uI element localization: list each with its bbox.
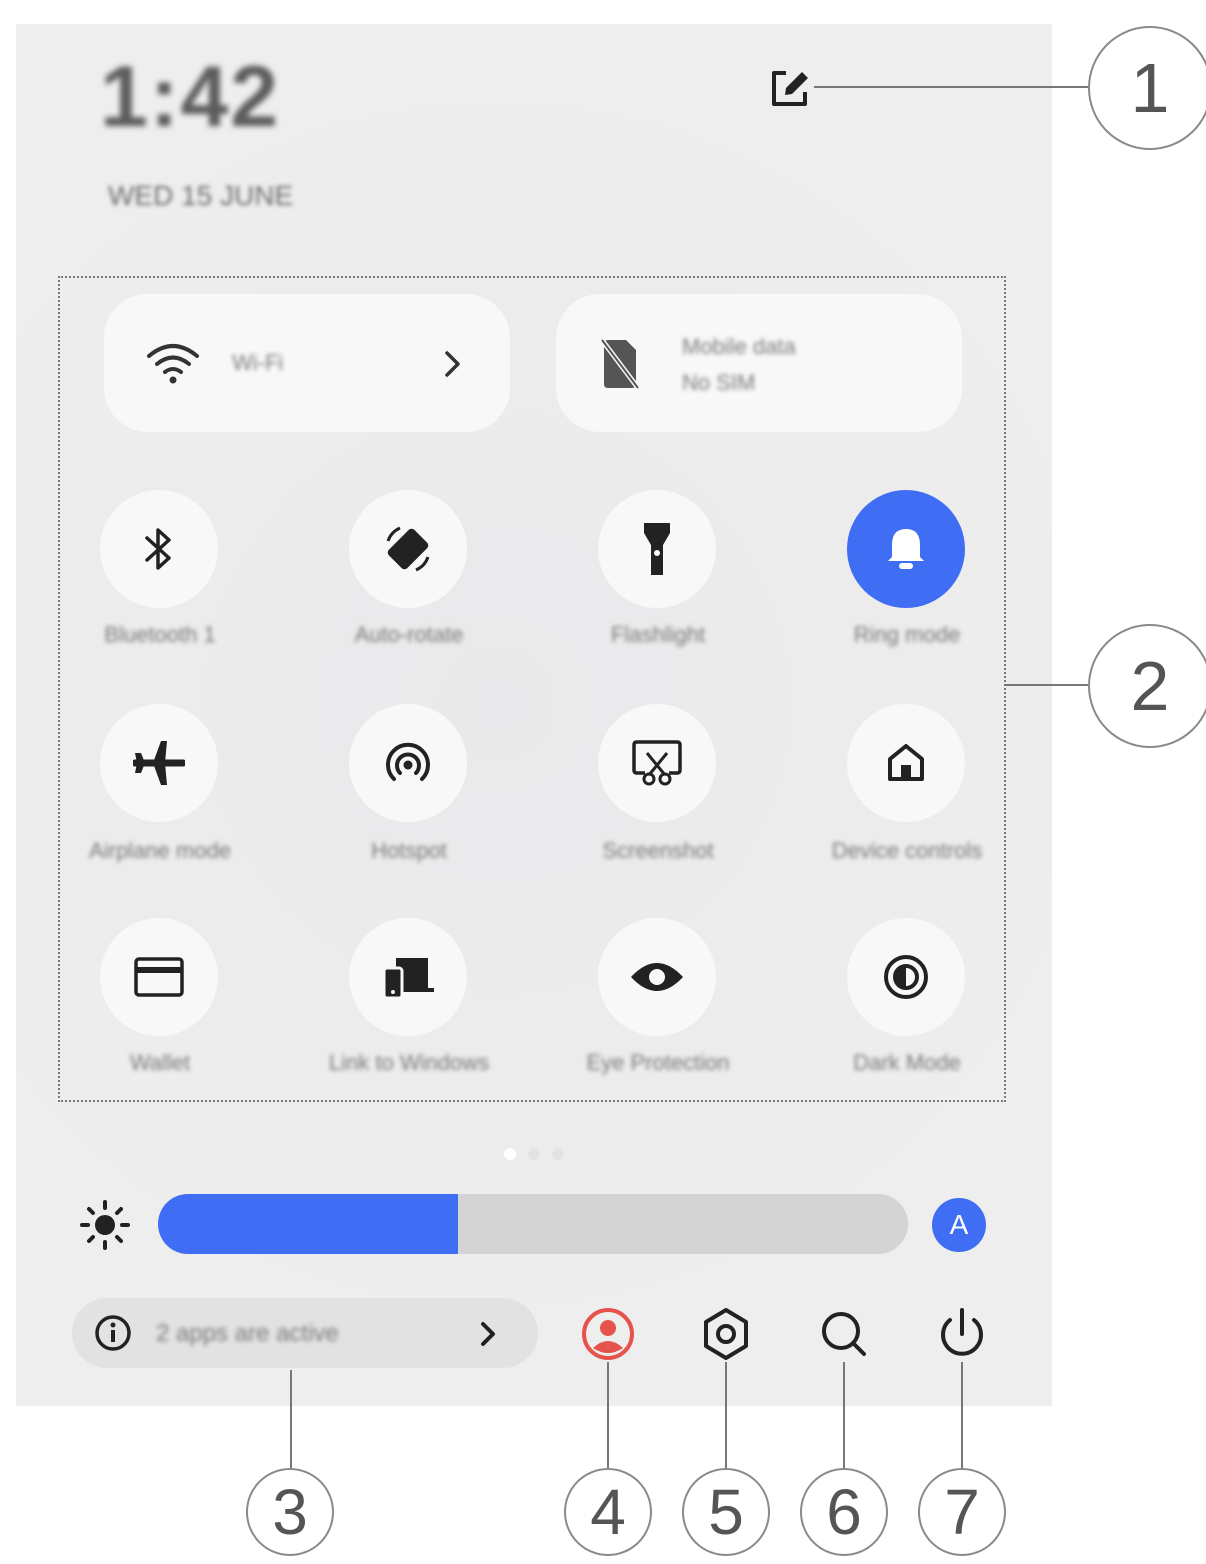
bell-icon	[888, 529, 924, 569]
tile-dark-mode[interactable]	[847, 918, 965, 1036]
tile-flashlight[interactable]	[598, 490, 716, 608]
user-icon[interactable]	[580, 1306, 636, 1362]
active-apps-text: 2 apps are active	[156, 1320, 339, 1347]
callout-5: 5	[682, 1468, 770, 1556]
mobile-data-title: Mobile data	[682, 334, 796, 359]
callout-leader-line	[1006, 684, 1088, 686]
page-indicator-dot[interactable]	[528, 1148, 540, 1160]
callout-leader-line	[607, 1362, 609, 1468]
brightness-slider[interactable]	[158, 1194, 908, 1254]
clock-time: 1:42	[100, 49, 281, 145]
page-indicator-dot[interactable]	[552, 1148, 564, 1160]
brightness-icon	[80, 1200, 130, 1250]
tile-airplane[interactable]	[100, 704, 218, 822]
tile-label-dark-mode: Dark Mode	[853, 1050, 961, 1075]
airplane-icon	[133, 741, 185, 785]
edit-icon[interactable]	[766, 66, 812, 112]
tile-label-link-to-windows: Link to Windows	[328, 1050, 490, 1075]
tile-hotspot[interactable]	[349, 704, 467, 822]
callout-3: 3	[246, 1468, 334, 1556]
tile-label-screenshot: Screenshot	[602, 838, 714, 863]
home-icon	[888, 744, 924, 781]
active-apps-button[interactable]: 2 apps are active	[72, 1298, 538, 1368]
callout-1: 1	[1088, 26, 1206, 150]
tile-wallet[interactable]	[100, 918, 218, 1036]
tile-ring-mode[interactable]	[847, 490, 965, 608]
search-icon[interactable]	[816, 1306, 872, 1362]
tile-label-airplane: Airplane mode	[89, 838, 231, 863]
callout-leader-line	[725, 1362, 727, 1468]
callout-7: 7	[918, 1468, 1006, 1556]
tile-auto-rotate[interactable]	[349, 490, 467, 608]
mobile-data-status: No SIM	[682, 370, 756, 395]
callout-leader-line	[843, 1362, 845, 1468]
chevron-right-icon	[445, 351, 460, 377]
brightness-level-fill	[158, 1194, 458, 1254]
tile-label-bluetooth: Bluetooth 1	[104, 622, 216, 647]
callout-leader-line	[814, 86, 1088, 88]
bluetooth-icon	[145, 528, 171, 570]
devices-icon	[382, 958, 434, 1000]
mobile-data-card[interactable]: Mobile data No SIM	[556, 294, 962, 432]
tile-label-ring-mode: Ring mode	[853, 622, 961, 647]
callout-leader-line	[290, 1370, 292, 1468]
settings-icon[interactable]	[698, 1306, 754, 1362]
wifi-icon	[147, 344, 199, 384]
wifi-card[interactable]: Wi-Fi	[104, 294, 510, 432]
tile-label-device-controls: Device controls	[831, 838, 983, 863]
info-icon	[95, 1315, 131, 1351]
tile-label-flashlight: Flashlight	[610, 622, 706, 647]
chevron-right-icon	[481, 1322, 495, 1346]
eye-icon	[631, 963, 683, 991]
tile-label-hotspot: Hotspot	[371, 838, 447, 863]
flashlight-icon	[644, 523, 670, 575]
callout-4: 4	[564, 1468, 652, 1556]
wifi-name: Wi-Fi	[232, 350, 284, 375]
page-indicator-dot[interactable]	[504, 1148, 516, 1160]
no-sim-icon	[600, 338, 640, 390]
tile-bluetooth[interactable]	[100, 490, 218, 608]
tile-device-controls[interactable]	[847, 704, 965, 822]
tile-eye-protection[interactable]	[598, 918, 716, 1036]
clock-date: WED 15 JUNE	[108, 180, 294, 211]
hotspot-icon	[386, 742, 430, 781]
callout-2: 2	[1088, 624, 1206, 748]
tile-label-auto-rotate: Auto-rotate	[354, 622, 464, 647]
screenshot-icon	[632, 740, 682, 786]
auto-brightness-button[interactable]: A	[932, 1198, 986, 1252]
callout-leader-line	[961, 1362, 963, 1468]
tile-link-to-windows[interactable]	[349, 918, 467, 1036]
callout-6: 6	[800, 1468, 888, 1556]
tile-label-eye-protection: Eye Protection	[586, 1050, 730, 1075]
power-icon[interactable]	[934, 1306, 990, 1362]
tile-label-wallet: Wallet	[129, 1050, 191, 1075]
rotate-icon	[386, 526, 430, 572]
dark-mode-icon	[884, 955, 928, 999]
wallet-icon	[134, 957, 184, 997]
tile-screenshot[interactable]	[598, 704, 716, 822]
